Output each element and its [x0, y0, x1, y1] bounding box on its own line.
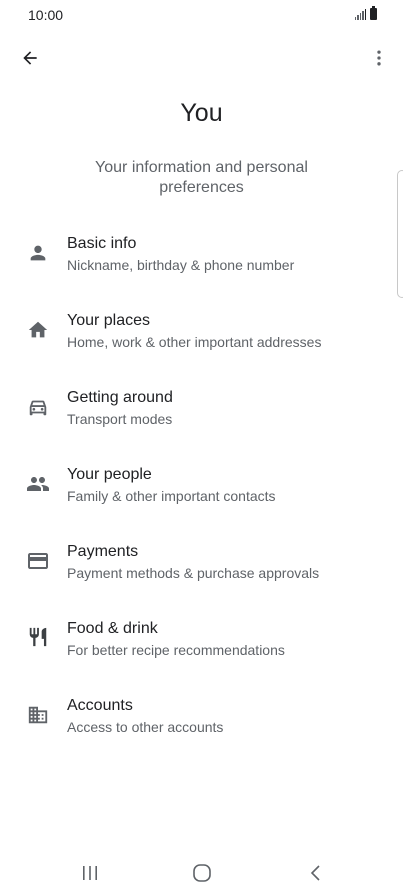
restaurant-icon — [24, 623, 52, 651]
arrow-back-icon — [23, 51, 37, 65]
menu-item-title: Food & drink — [67, 620, 158, 637]
menu-item-title: Your places — [67, 312, 151, 329]
menu-item-getting-around[interactable]: Getting around Transport modes — [0, 380, 403, 450]
menu-item-text: Food & drink For better recipe recommend… — [67, 619, 383, 660]
recents-icon — [83, 866, 97, 880]
recents-button[interactable] — [70, 860, 110, 886]
system-nav-bar — [0, 850, 403, 896]
menu-item-text: Your places Home, work & other important… — [67, 311, 383, 352]
battery-icon — [370, 6, 377, 20]
menu-item-description: Nickname, birthday & phone number — [67, 257, 295, 273]
nav-back-icon — [310, 865, 320, 881]
menu-item-text: Your people Family & other important con… — [67, 465, 383, 506]
page-title: You — [180, 99, 223, 127]
menu-item-your-people[interactable]: Your people Family & other important con… — [0, 457, 403, 527]
signal-icon — [354, 9, 366, 20]
menu-item-text: Getting around Transport modes — [67, 388, 383, 429]
status-icons — [354, 6, 377, 20]
person-icon — [24, 239, 52, 267]
credit-card-icon — [24, 547, 52, 575]
menu-item-title: Getting around — [67, 389, 173, 406]
menu-item-payments[interactable]: Payments Payment methods & purchase appr… — [0, 534, 403, 604]
menu-item-description: Access to other accounts — [67, 719, 224, 735]
menu-item-title: Your people — [67, 466, 152, 483]
app-bar — [0, 38, 403, 78]
menu-item-text: Basic info Nickname, birthday & phone nu… — [67, 234, 383, 275]
menu-item-basic-info[interactable]: Basic info Nickname, birthday & phone nu… — [0, 226, 403, 296]
back-button[interactable] — [14, 44, 46, 72]
people-icon — [24, 470, 52, 498]
menu-item-description: Family & other important contacts — [67, 488, 276, 504]
page-subtitle: Your information and personal preference… — [95, 159, 308, 196]
status-time: 10:00 — [28, 7, 64, 23]
menu-item-title: Basic info — [67, 235, 137, 252]
building-icon — [24, 701, 52, 729]
screen: 10:00 You Your information and personal … — [0, 0, 403, 896]
status-bar: 10:00 — [0, 0, 403, 32]
menu-item-text: Payments Payment methods & purchase appr… — [67, 542, 383, 583]
car-icon — [24, 393, 52, 421]
more-vert-icon — [377, 50, 381, 66]
menu-item-description: Transport modes — [67, 411, 173, 427]
home-icon — [24, 316, 52, 344]
menu-item-your-places[interactable]: Your places Home, work & other important… — [0, 303, 403, 373]
menu-item-title: Payments — [67, 543, 139, 560]
menu-item-text: Accounts Access to other accounts — [67, 696, 383, 737]
menu-item-description: Home, work & other important addresses — [67, 334, 322, 350]
nav-back-button[interactable] — [296, 860, 336, 886]
menu-item-title: Accounts — [67, 697, 133, 714]
menu-item-description: Payment methods & purchase approvals — [67, 565, 320, 581]
menu-item-accounts[interactable]: Accounts Access to other accounts — [0, 688, 403, 758]
home-button-icon — [193, 864, 211, 882]
home-button[interactable] — [182, 860, 222, 886]
menu-item-description: For better recipe recommendations — [67, 642, 285, 658]
more-options-button[interactable] — [365, 44, 393, 72]
menu-item-food-and-drink[interactable]: Food & drink For better recipe recommend… — [0, 611, 403, 681]
